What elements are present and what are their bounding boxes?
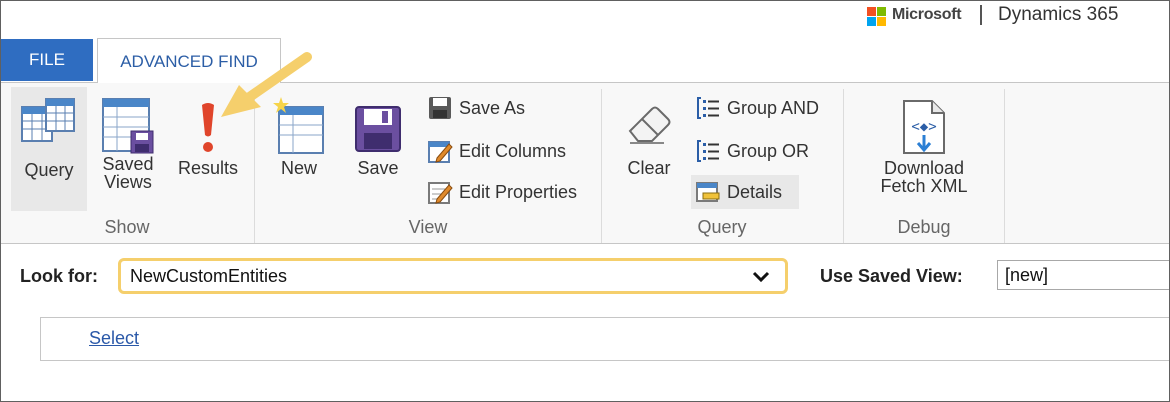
edit-properties-icon [428,182,453,204]
edit-properties-button[interactable]: Edit Properties [427,175,577,209]
saved-view-value: [new] [1005,265,1049,285]
details-icon [696,182,720,202]
microsoft-wordmark: Microsoft [892,6,962,23]
look-for-value: NewCustomEntities [130,266,288,286]
look-for-select[interactable]: NewCustomEntities [118,258,788,294]
saved-view-select[interactable]: [new] [997,260,1169,290]
clear-button[interactable]: Clear [617,87,681,177]
clear-label: Clear [627,158,671,178]
saved-views-icon [102,98,154,154]
look-for-row: Look for: NewCustomEntities Use Saved Vi… [1,245,1169,305]
annotation-arrow-icon [221,52,312,117]
edit-properties-label: Edit Properties [459,181,578,202]
look-for-label: Look for: [20,266,98,286]
group-divider [1004,89,1005,243]
new-view-label: New [280,158,317,178]
group-label-show: Show [104,217,150,237]
microsoft-logo-icon [867,7,887,27]
download-fetch-xml-label: Download Fetch XML [880,158,968,196]
edit-columns-icon [428,141,453,163]
brand-divider [980,5,982,25]
eraser-icon [628,106,671,144]
criteria-area: Select [40,317,1169,361]
advanced-find-window: Microsoft Dynamics 365 FILE ADVANCED FIN… [0,0,1170,402]
brand-bar: Microsoft Dynamics 365 [1,1,1169,37]
use-saved-view-label: Use Saved View: [820,266,963,286]
group-and-button[interactable]: Group AND [695,91,819,125]
group-and-label: Group AND [727,97,820,118]
results-label: Results [177,158,239,178]
save-button[interactable]: Save [347,87,409,177]
floppy-disk-icon [355,106,401,152]
saved-views-label: Saved Views [102,154,154,192]
download-fetch-xml-button[interactable]: <◆> Download Fetch XML [851,87,997,195]
save-label: Save [357,158,399,178]
query-button[interactable]: Query [11,87,87,211]
group-label-debug: Debug [897,217,951,237]
saved-views-button[interactable]: Saved Views [95,87,161,191]
details-button[interactable]: Details [691,175,799,209]
xml-document-icon: <◆> [903,100,945,154]
query-button-label: Query [24,160,74,180]
select-link[interactable]: Select [89,328,139,349]
group-and-icon [697,97,719,119]
tab-file[interactable]: FILE [1,39,93,81]
details-label: Details [727,181,783,202]
product-name: Dynamics 365 [998,4,1119,25]
svg-text:<◆>: <◆> [911,119,936,135]
save-as-label: Save As [459,97,526,118]
edit-columns-button[interactable]: Edit Columns [427,134,566,168]
group-or-label: Group OR [727,140,810,161]
edit-columns-label: Edit Columns [459,140,567,161]
save-as-button[interactable]: Save As [427,91,525,125]
group-or-button[interactable]: Group OR [695,134,809,168]
save-as-icon [429,97,451,119]
group-or-icon [697,140,719,162]
group-label-view: View [408,217,448,237]
query-grid-icon [21,98,75,142]
group-label-query: Query [697,217,747,237]
ribbon: Query Saved Views Results Show New Save … [1,82,1169,244]
chevron-down-icon [752,271,770,283]
